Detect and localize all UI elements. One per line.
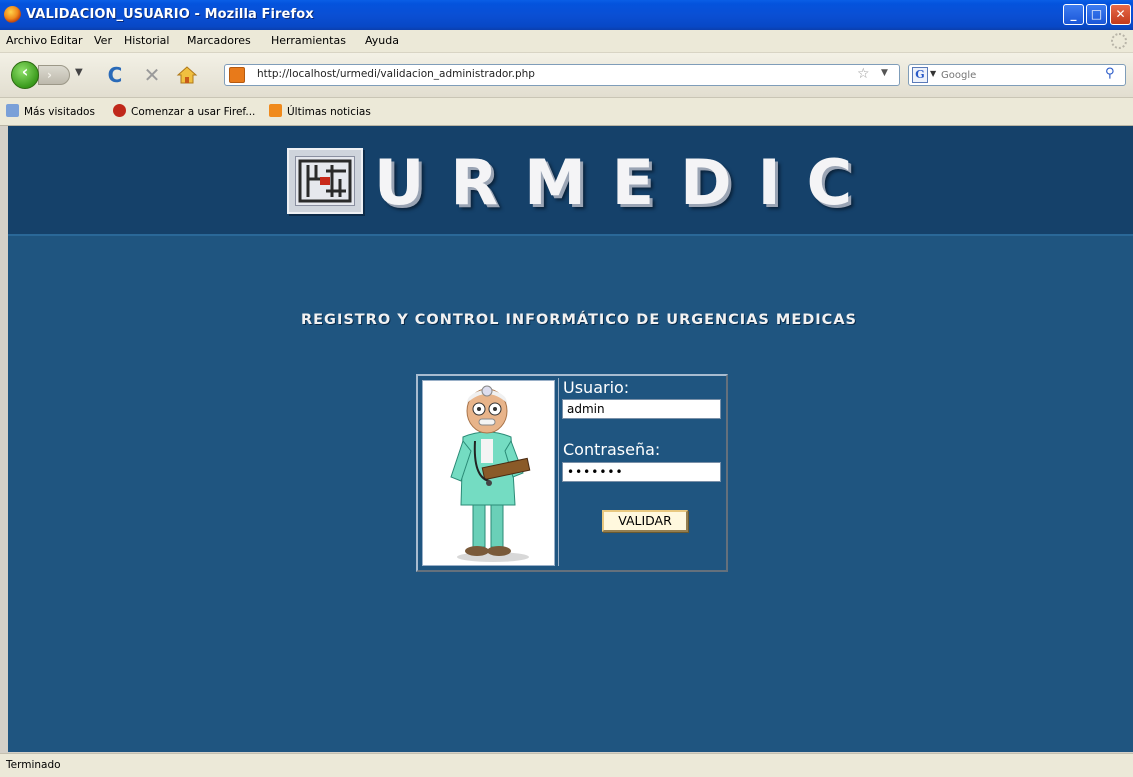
page-subtitle: REGISTRO Y CONTROL INFORMÁTICO DE URGENC… <box>300 312 857 328</box>
search-bar[interactable]: G ▼ ⚲ <box>908 64 1126 86</box>
history-dropdown-icon[interactable]: ▼ <box>75 67 83 78</box>
username-field[interactable] <box>562 399 721 419</box>
close-icon: ✕ <box>1115 7 1126 21</box>
menu-archivo[interactable]: Archivo <box>6 34 47 47</box>
logo-emblem-icon <box>298 159 352 203</box>
forward-arrow-icon: › <box>47 68 52 82</box>
url-dropdown-icon[interactable]: ▼ <box>881 68 888 78</box>
login-panel: Usuario: Contraseña: VALIDAR <box>416 374 728 572</box>
home-icon <box>176 66 198 84</box>
maximize-icon: □ <box>1090 7 1103 21</box>
home-button[interactable] <box>176 64 198 86</box>
bookmark-comenzar[interactable]: Comenzar a usar Firef... <box>113 104 255 118</box>
bookmark-mas-visitados[interactable]: Más visitados <box>6 104 95 118</box>
back-arrow-icon: ‹ <box>21 62 29 81</box>
status-text: Terminado <box>6 759 61 771</box>
doctor-image <box>450 385 531 562</box>
bookmark-ultimas-noticias[interactable]: Últimas noticias <box>269 104 371 118</box>
login-form: Usuario: Contraseña: VALIDAR <box>558 378 725 566</box>
window-title-bar[interactable]: VALIDACION_USUARIO - Mozilla Firefox _ □… <box>0 0 1133 30</box>
search-input[interactable] <box>941 67 1091 83</box>
brand-title: URMEDIC <box>374 146 879 219</box>
firefox-bookmark-icon <box>113 104 126 117</box>
menu-bar: Archivo Editar Ver Historial Marcadores … <box>0 30 1133 53</box>
throbber-icon <box>1111 33 1127 49</box>
close-button[interactable]: ✕ <box>1110 4 1131 25</box>
url-text[interactable]: http://localhost/urmedi/validacion_admin… <box>257 68 535 80</box>
menu-herramientas[interactable]: Herramientas <box>271 34 346 47</box>
validar-button[interactable]: VALIDAR <box>602 510 688 532</box>
site-icon <box>229 67 245 83</box>
password-label: Contraseña: <box>563 440 661 459</box>
urmedic-logo <box>287 148 363 214</box>
minimize-button[interactable]: _ <box>1063 4 1084 25</box>
bookmarks-toolbar: Más visitados Comenzar a usar Firef... Ú… <box>0 98 1133 126</box>
stop-button[interactable]: ✕ <box>141 64 163 86</box>
google-search-engine-icon[interactable]: G <box>912 67 928 83</box>
bookmark-label: Últimas noticias <box>287 106 371 118</box>
menu-editar[interactable]: Editar <box>50 34 83 47</box>
menu-ayuda[interactable]: Ayuda <box>365 34 399 47</box>
forward-button[interactable]: › <box>38 65 70 85</box>
address-bar[interactable]: http://localhost/urmedi/validacion_admin… <box>224 64 900 86</box>
maximize-button[interactable]: □ <box>1086 4 1107 25</box>
search-icon[interactable]: ⚲ <box>1105 66 1115 81</box>
bookmark-star-icon[interactable]: ☆ <box>857 66 870 82</box>
page-header: URMEDIC <box>8 126 1133 236</box>
firefox-icon <box>4 6 21 23</box>
window-title: VALIDACION_USUARIO - Mozilla Firefox <box>26 7 314 22</box>
menu-historial[interactable]: Historial <box>124 34 169 47</box>
minimize-icon: _ <box>1070 7 1077 21</box>
doctor-illustration <box>422 380 555 566</box>
username-label: Usuario: <box>563 378 630 397</box>
menu-ver[interactable]: Ver <box>94 34 112 47</box>
page-content: URMEDIC REGISTRO Y CONTROL INFORMÁTICO D… <box>8 126 1133 752</box>
bookmark-label: Más visitados <box>24 106 95 118</box>
status-bar: Terminado <box>0 753 1133 777</box>
search-engine-dropdown-icon[interactable]: ▼ <box>930 69 936 78</box>
menu-marcadores[interactable]: Marcadores <box>187 34 251 47</box>
bookmark-label: Comenzar a usar Firef... <box>131 106 256 118</box>
password-field[interactable] <box>562 462 721 482</box>
reload-button[interactable]: C <box>104 64 126 86</box>
rss-feed-icon <box>269 104 282 117</box>
folder-icon <box>6 104 19 117</box>
navigation-toolbar: › ‹ ▼ C ✕ http://localhost/urmedi/valida… <box>0 53 1133 98</box>
back-button[interactable]: ‹ <box>11 61 39 89</box>
